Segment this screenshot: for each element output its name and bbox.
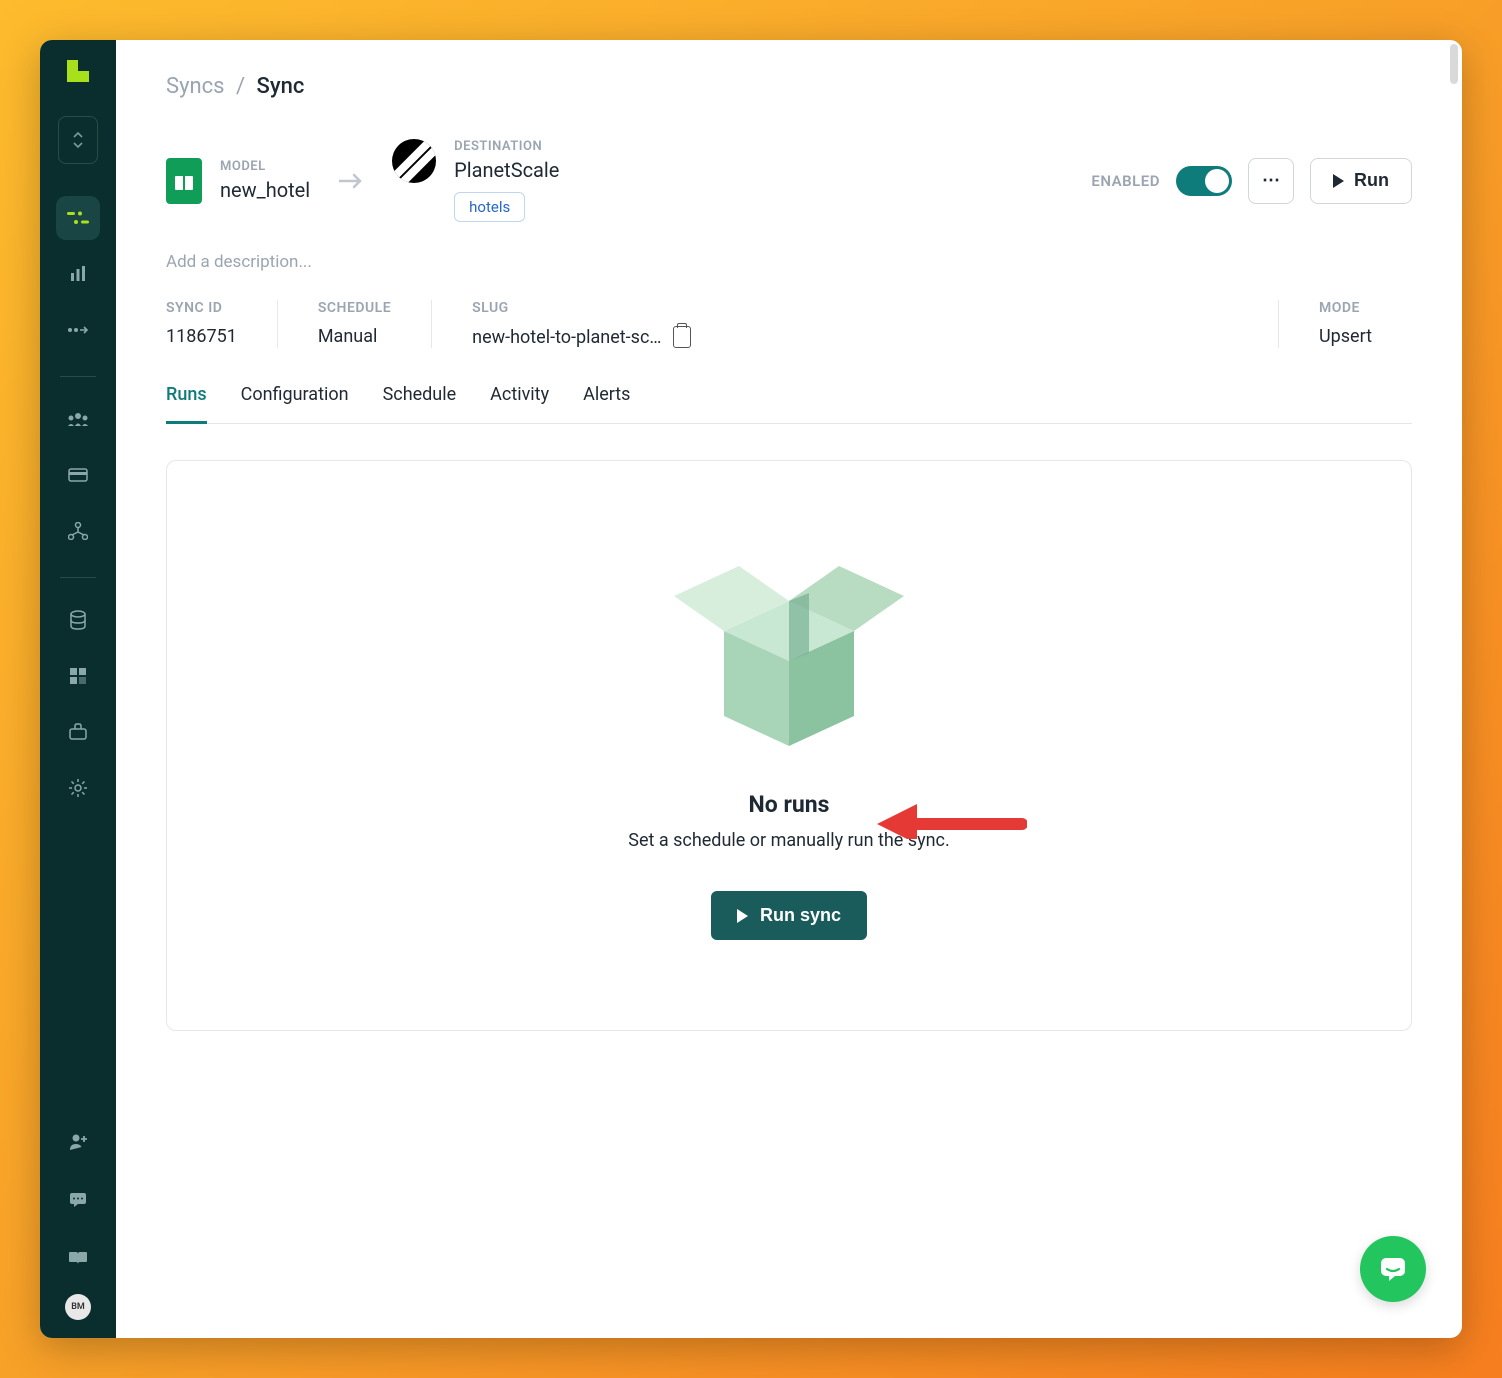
sidebar-bottom: BM (56, 1120, 100, 1338)
destination-tag[interactable]: hotels (454, 192, 525, 222)
nav-workspace[interactable] (56, 710, 100, 754)
slug-label: SLUG (472, 300, 691, 316)
nav-docs[interactable] (56, 1236, 100, 1280)
nav-audiences[interactable] (56, 397, 100, 441)
run-sync-label: Run sync (760, 905, 841, 926)
model-name: new_hotel (220, 178, 310, 202)
avatar[interactable]: BM (65, 1294, 91, 1320)
nav-chat[interactable] (56, 1178, 100, 1222)
destination-name: PlanetScale (454, 158, 559, 182)
intercom-chat-button[interactable] (1360, 1236, 1426, 1302)
schedule-label: SCHEDULE (318, 300, 391, 316)
enabled-toggle[interactable] (1176, 166, 1232, 196)
nav-analytics[interactable] (56, 252, 100, 296)
run-sync-button[interactable]: Run sync (711, 891, 867, 940)
nav-settings[interactable] (56, 766, 100, 810)
empty-title: No runs (749, 791, 830, 818)
nav-billing[interactable] (56, 453, 100, 497)
tab-activity[interactable]: Activity (490, 384, 549, 423)
more-menu-button[interactable]: ⋯ (1248, 158, 1294, 204)
tab-schedule[interactable]: Schedule (383, 384, 457, 423)
nav-divider (60, 376, 96, 377)
sidebar: BM (40, 40, 116, 1338)
arrow-right-icon (338, 171, 364, 191)
sync-id-label: SYNC ID (166, 300, 237, 316)
nav-schema[interactable] (56, 509, 100, 553)
tab-configuration[interactable]: Configuration (241, 384, 349, 423)
mode-label: MODE (1319, 300, 1372, 316)
nav-divider-2 (60, 577, 96, 578)
nav-flows[interactable] (56, 308, 100, 352)
breadcrumb-current: Sync (257, 74, 305, 99)
model-label: MODEL (220, 159, 310, 174)
mode-value: Upsert (1319, 326, 1372, 347)
play-icon (1333, 174, 1344, 188)
breadcrumb-parent[interactable]: Syncs (166, 74, 225, 99)
play-icon (737, 909, 748, 923)
description-input[interactable]: Add a description... (166, 252, 1412, 272)
slug-value: new-hotel-to-planet-sc… (472, 327, 661, 348)
app-window: BM Syncs / Sync MODEL new_hotel DES (40, 40, 1462, 1338)
schedule-value: Manual (318, 326, 391, 347)
logo-icon (67, 60, 89, 82)
enabled-label: ENABLED (1091, 172, 1160, 190)
breadcrumb: Syncs / Sync (166, 74, 1412, 99)
google-sheets-icon (166, 158, 202, 204)
empty-box-illustration (659, 541, 919, 751)
planetscale-icon (392, 139, 436, 183)
copy-icon[interactable] (673, 326, 691, 348)
empty-state-panel: No runs Set a schedule or manually run t… (166, 460, 1412, 1031)
nav-sources[interactable] (56, 598, 100, 642)
meta-row: SYNC ID 1186751 SCHEDULE Manual SLUG new… (166, 300, 1412, 348)
header-actions: ENABLED ⋯ Run (1091, 158, 1412, 204)
nav-destinations[interactable] (56, 654, 100, 698)
sync-header: MODEL new_hotel DESTINATION PlanetScale … (166, 139, 1412, 222)
workspace-selector[interactable] (58, 116, 98, 164)
tabs: Runs Configuration Schedule Activity Ale… (166, 384, 1412, 424)
nav-invite[interactable] (56, 1120, 100, 1164)
destination-label: DESTINATION (454, 139, 559, 154)
run-button-label: Run (1354, 170, 1389, 191)
tab-alerts[interactable]: Alerts (583, 384, 630, 423)
main-content: Syncs / Sync MODEL new_hotel DESTINATION… (116, 40, 1462, 1338)
tab-runs[interactable]: Runs (166, 384, 207, 424)
breadcrumb-separator: / (236, 74, 245, 99)
destination-block: DESTINATION PlanetScale hotels (392, 139, 559, 222)
nav-syncs[interactable] (56, 196, 100, 240)
run-button[interactable]: Run (1310, 158, 1412, 204)
empty-subtitle: Set a schedule or manually run the sync. (628, 830, 949, 851)
sync-id-value: 1186751 (166, 326, 237, 347)
model-block: MODEL new_hotel (166, 158, 310, 204)
